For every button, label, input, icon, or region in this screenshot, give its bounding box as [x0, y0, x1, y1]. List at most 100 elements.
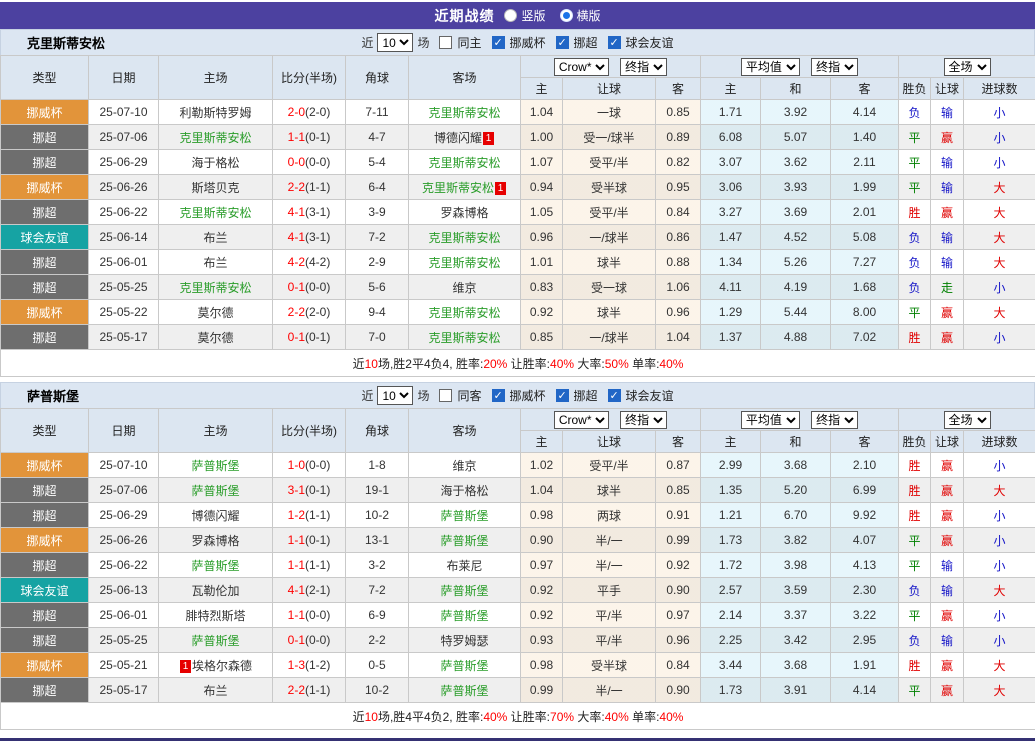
match-row: 球会友谊25-06-14布兰4-1(3-1)7-2克里斯蒂安松0.96一/球半0…	[1, 225, 1035, 250]
fulltime-score: 2-2	[288, 180, 305, 194]
away-team-name: 海于格松	[440, 484, 488, 498]
col-avg-home: 主	[701, 78, 761, 100]
handicap-line: 球半	[563, 300, 656, 325]
final-odds-select[interactable]: 终指	[620, 411, 667, 429]
col-handicap-home: 主	[521, 78, 563, 100]
match-row: 挪超25-06-01布兰4-2(4-2)2-9克里斯蒂安松1.01球半0.881…	[1, 250, 1035, 275]
halftime-score: (0-1)	[305, 533, 330, 547]
avg-odds-draw: 4.19	[761, 275, 831, 300]
radio-unchecked-icon[interactable]	[504, 9, 517, 22]
match-row: 挪超25-07-06克里斯蒂安松1-1(0-1)4-7博德闪耀11.00受一/球…	[1, 125, 1035, 150]
home-team-name: 萨普斯堡	[191, 484, 239, 498]
league-checkbox-eliteserien[interactable]	[556, 36, 569, 49]
result-goals: 大	[964, 300, 1035, 325]
result-handicap: 赢	[931, 300, 964, 325]
league-checkbox-cup[interactable]	[492, 36, 505, 49]
average-select[interactable]: 平均值	[741, 411, 800, 429]
result-outcome: 平	[899, 175, 931, 200]
final-odds-select-2[interactable]: 终指	[811, 411, 858, 429]
match-type-badge: 挪超	[1, 478, 89, 503]
result-outcome: 负	[899, 628, 931, 653]
home-team-name: 萨普斯堡	[191, 634, 239, 648]
avg-odds-away: 4.14	[831, 100, 899, 125]
handicap-line: 一/球半	[563, 225, 656, 250]
avg-odds-away: 1.68	[831, 275, 899, 300]
scope-select[interactable]: 全场	[944, 411, 991, 429]
layout-radio-vertical[interactable]: 竖版	[504, 7, 545, 24]
fulltime-score: 1-1	[288, 130, 305, 144]
scope-select[interactable]: 全场	[944, 58, 991, 76]
league-checkbox-eliteserien[interactable]	[556, 389, 569, 402]
match-count-select[interactable]: 10	[377, 386, 413, 405]
avg-odds-away: 7.02	[831, 325, 899, 350]
filter-bar: 克里斯蒂安松 近 10 场 同主 挪威杯 挪超 球会友谊	[0, 29, 1035, 55]
result-handicap: 赢	[931, 503, 964, 528]
league-label-friendly: 球会友谊	[626, 34, 674, 51]
match-type-badge: 球会友谊	[1, 225, 89, 250]
avg-odds-home: 3.06	[701, 175, 761, 200]
summary-text: 近10场,胜2平4负4, 胜率:20% 让胜率:40% 大率:50% 单率:40…	[1, 350, 1035, 377]
summary-text: 近10场,胜4平4负2, 胜率:40% 让胜率:70% 大率:40% 单率:40…	[1, 703, 1035, 730]
league-checkbox-friendly[interactable]	[608, 389, 621, 402]
result-handicap: 输	[931, 150, 964, 175]
match-count-select[interactable]: 10	[377, 33, 413, 52]
fulltime-score: 1-1	[288, 608, 305, 622]
match-date: 25-06-26	[89, 175, 159, 200]
fulltime-score: 3-1	[288, 483, 305, 497]
bookmaker-select[interactable]: Crow*	[554, 411, 609, 429]
final-odds-select-2[interactable]: 终指	[811, 58, 858, 76]
result-goals: 小	[964, 503, 1035, 528]
near-label: 近	[361, 387, 373, 404]
home-team: 斯塔贝克	[159, 175, 273, 200]
match-row: 球会友谊25-06-13瓦勒伦加4-1(2-1)7-2萨普斯堡0.92平手0.9…	[1, 578, 1035, 603]
result-outcome: 负	[899, 250, 931, 275]
handicap-odds-away: 0.85	[656, 100, 701, 125]
col-date: 日期	[89, 56, 159, 100]
result-outcome: 负	[899, 275, 931, 300]
home-team: 布兰	[159, 225, 273, 250]
result-outcome: 胜	[899, 325, 931, 350]
layout-radio-horizontal[interactable]: 横版	[560, 7, 601, 24]
away-team: 维京	[409, 275, 521, 300]
avg-odds-draw: 4.52	[761, 225, 831, 250]
same-venue-checkbox[interactable]	[439, 36, 452, 49]
summary-stat-value: 20%	[483, 357, 507, 371]
away-team: 萨普斯堡	[409, 578, 521, 603]
handicap-line: 受半球	[563, 653, 656, 678]
same-venue-checkbox[interactable]	[439, 389, 452, 402]
summary-stat-label: 近	[353, 357, 365, 371]
handicap-odds-away: 0.96	[656, 628, 701, 653]
away-team-name: 克里斯蒂安松	[422, 181, 494, 195]
match-row: 挪超25-06-29博德闪耀1-2(1-1)10-2萨普斯堡0.98两球0.91…	[1, 503, 1035, 528]
match-date: 25-06-01	[89, 603, 159, 628]
match-score: 1-1(0-1)	[273, 528, 346, 553]
radio-checked-icon[interactable]	[560, 9, 573, 22]
result-goals: 大	[964, 175, 1035, 200]
average-select[interactable]: 平均值	[741, 58, 800, 76]
final-odds-select[interactable]: 终指	[620, 58, 667, 76]
home-team-name: 利勒斯特罗姆	[179, 106, 251, 120]
handicap-odds-away: 0.85	[656, 478, 701, 503]
away-team-name: 萨普斯堡	[440, 509, 488, 523]
match-row: 挪超25-05-17布兰2-2(1-1)10-2萨普斯堡0.99半/一0.901…	[1, 678, 1035, 703]
summary-stat-value: 40%	[483, 710, 507, 724]
bookmaker-select[interactable]: Crow*	[554, 58, 609, 76]
halftime-score: (0-1)	[305, 330, 330, 344]
col-avg-home: 主	[701, 431, 761, 453]
handicap-odds-home: 0.97	[521, 553, 563, 578]
home-team-name: 斯塔贝克	[191, 181, 239, 195]
league-label-cup: 挪威杯	[510, 34, 546, 51]
avg-odds-draw: 3.93	[761, 175, 831, 200]
result-outcome: 胜	[899, 653, 931, 678]
home-team: 萨普斯堡	[159, 553, 273, 578]
col-date: 日期	[89, 409, 159, 453]
home-team: 萨普斯堡	[159, 453, 273, 478]
away-team: 海于格松	[409, 478, 521, 503]
avg-odds-away: 2.10	[831, 453, 899, 478]
league-checkbox-friendly[interactable]	[608, 36, 621, 49]
result-handicap: 走	[931, 275, 964, 300]
halftime-score: (3-1)	[305, 205, 330, 219]
fulltime-score: 2-0	[288, 105, 305, 119]
home-team: 克里斯蒂安松	[159, 200, 273, 225]
league-checkbox-cup[interactable]	[492, 389, 505, 402]
